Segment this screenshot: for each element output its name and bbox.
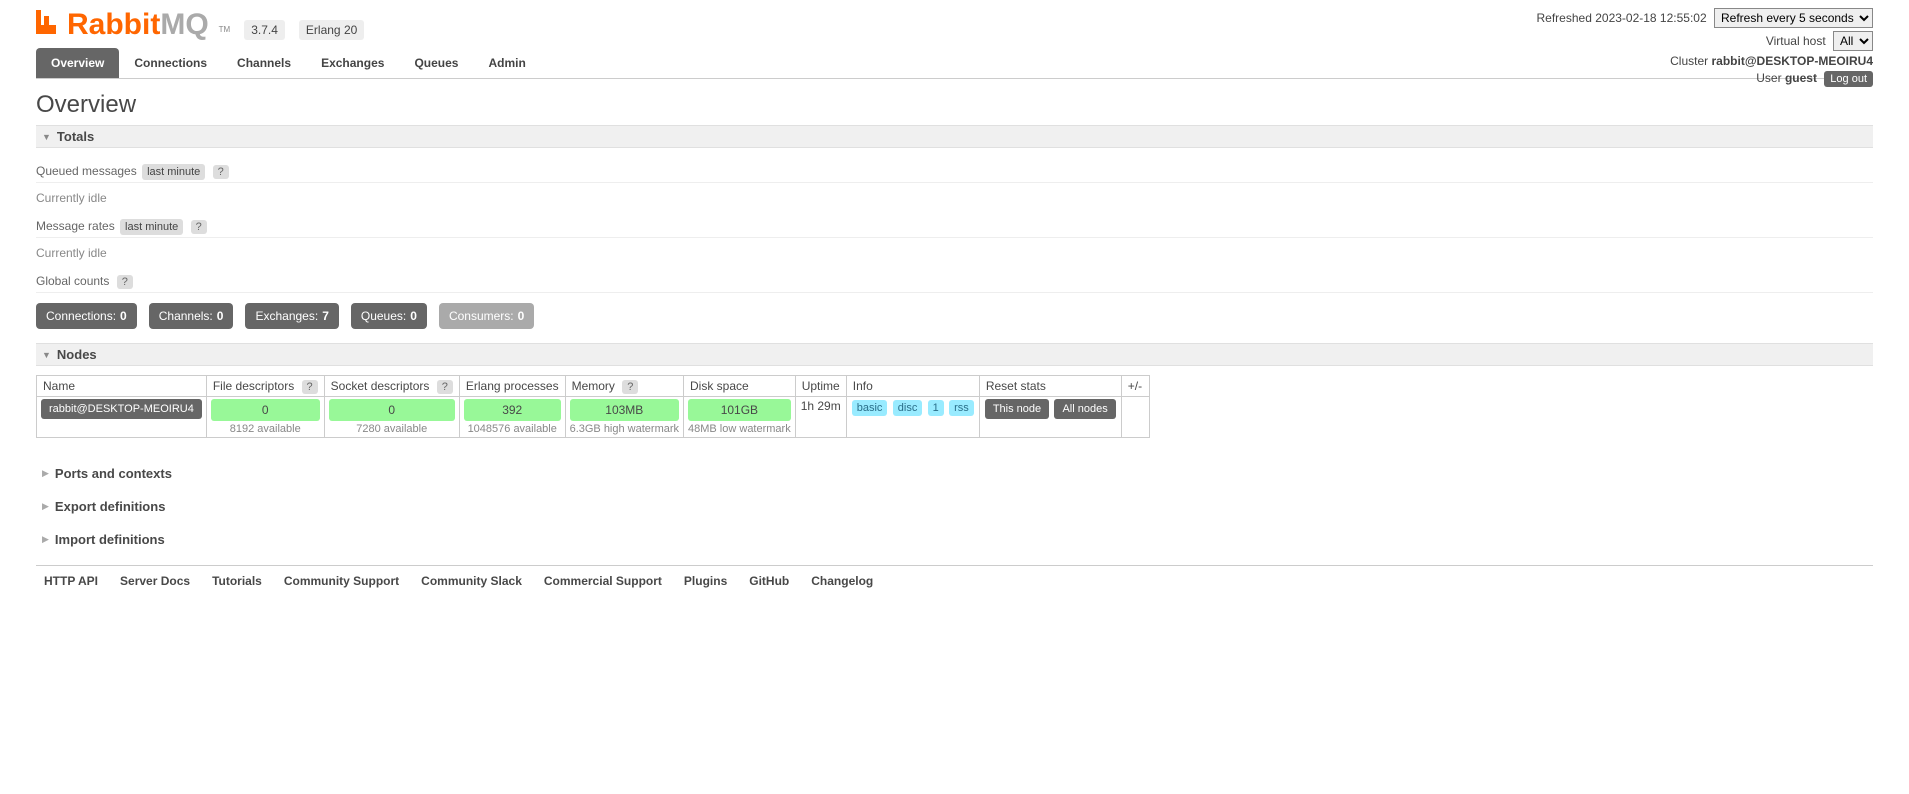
disk-sub: 48MB low watermark [688, 423, 791, 435]
section-ports[interactable]: ▶ Ports and contexts [36, 462, 1873, 485]
queued-range-badge[interactable]: last minute [142, 164, 205, 180]
sd-help[interactable]: ? [437, 380, 453, 394]
footer-http-api[interactable]: HTTP API [44, 574, 98, 588]
section-totals-header[interactable]: ▼ Totals [36, 125, 1873, 148]
page-title: Overview [36, 91, 1873, 119]
disk-value: 101GB [688, 399, 791, 421]
section-export-title: Export definitions [55, 499, 166, 514]
chevron-down-icon: ▼ [42, 132, 51, 142]
col-name: Name [37, 376, 207, 397]
info-one[interactable]: 1 [928, 400, 944, 416]
col-disk: Disk space [684, 376, 796, 397]
footer-server-docs[interactable]: Server Docs [120, 574, 190, 588]
fd-help[interactable]: ? [302, 380, 318, 394]
info-basic[interactable]: basic [852, 400, 888, 416]
message-rates-label: Message rates [36, 219, 115, 233]
cluster-label: Cluster [1670, 54, 1708, 68]
count-queues[interactable]: Queues: 0 [351, 303, 427, 329]
ep-sub: 1048576 available [468, 423, 557, 435]
refreshed-label: Refreshed [1537, 11, 1592, 25]
footer: HTTP API Server Docs Tutorials Community… [36, 565, 1873, 588]
brand-mq: MQ [160, 8, 208, 41]
node-name[interactable]: rabbit@DESKTOP-MEOIRU4 [41, 399, 202, 419]
sd-sub: 7280 available [356, 423, 427, 435]
rates-idle: Currently idle [36, 246, 1873, 260]
reset-all-nodes-button[interactable]: All nodes [1054, 399, 1115, 419]
rabbit-icon [36, 10, 56, 34]
col-fd: File descriptors ? [206, 376, 324, 397]
col-plusminus[interactable]: +/- [1121, 376, 1149, 397]
section-export[interactable]: ▶ Export definitions [36, 495, 1873, 518]
brand-rabbit: Rabbit [67, 8, 160, 41]
rates-help[interactable]: ? [191, 220, 207, 234]
col-info: Info [846, 376, 979, 397]
section-ports-title: Ports and contexts [55, 466, 172, 481]
footer-tutorials[interactable]: Tutorials [212, 574, 262, 588]
footer-github[interactable]: GitHub [749, 574, 789, 588]
vhost-select[interactable]: All [1833, 31, 1873, 51]
logout-button[interactable]: Log out [1824, 71, 1873, 87]
tab-queues[interactable]: Queues [399, 48, 473, 78]
brand-tm: TM [219, 25, 231, 34]
mem-help[interactable]: ? [622, 380, 638, 394]
tab-exchanges[interactable]: Exchanges [306, 48, 399, 78]
tab-connections[interactable]: Connections [119, 48, 222, 78]
section-nodes-title: Nodes [57, 347, 97, 362]
top-nav: Refreshed 2023-02-18 12:55:02 Refresh ev… [1537, 8, 1874, 90]
footer-community-slack[interactable]: Community Slack [421, 574, 522, 588]
footer-changelog[interactable]: Changelog [811, 574, 873, 588]
count-exchanges[interactable]: Exchanges: 7 [245, 303, 338, 329]
footer-community-support[interactable]: Community Support [284, 574, 399, 588]
reset-this-node-button[interactable]: This node [985, 399, 1049, 419]
rates-range-badge[interactable]: last minute [120, 219, 183, 235]
user-label: User [1756, 71, 1781, 85]
info-rss[interactable]: rss [949, 400, 974, 416]
rabbit-version-badge: 3.7.4 [244, 20, 285, 40]
section-totals-title: Totals [57, 129, 94, 144]
mem-value: 103MB [570, 399, 679, 421]
col-mem: Memory ? [565, 376, 683, 397]
erlang-version-badge: Erlang 20 [299, 20, 364, 40]
count-consumers[interactable]: Consumers: 0 [439, 303, 534, 329]
chevron-down-icon: ▼ [42, 350, 51, 360]
section-import[interactable]: ▶ Import definitions [36, 528, 1873, 551]
global-help[interactable]: ? [117, 275, 133, 289]
uptime-value: 1h 29m [795, 397, 846, 438]
global-counts-label: Global counts [36, 274, 109, 288]
queued-help[interactable]: ? [213, 165, 229, 179]
chevron-right-icon: ▶ [42, 501, 49, 512]
table-row: rabbit@DESKTOP-MEOIRU4 0 8192 available 0… [37, 397, 1150, 438]
tab-overview[interactable]: Overview [36, 48, 119, 78]
chevron-right-icon: ▶ [42, 468, 49, 479]
footer-commercial-support[interactable]: Commercial Support [544, 574, 662, 588]
col-sd: Socket descriptors ? [324, 376, 459, 397]
count-channels[interactable]: Channels: 0 [149, 303, 234, 329]
queued-messages-label: Queued messages [36, 164, 137, 178]
queued-idle: Currently idle [36, 191, 1873, 205]
tab-channels[interactable]: Channels [222, 48, 306, 78]
sd-value: 0 [329, 399, 455, 421]
col-ep: Erlang processes [459, 376, 565, 397]
ep-value: 392 [464, 399, 561, 421]
fd-sub: 8192 available [230, 423, 301, 435]
count-connections[interactable]: Connections: 0 [36, 303, 137, 329]
col-reset: Reset stats [979, 376, 1121, 397]
cluster-name: rabbit@DESKTOP-MEOIRU4 [1712, 54, 1874, 68]
chevron-right-icon: ▶ [42, 534, 49, 545]
section-nodes-header[interactable]: ▼ Nodes [36, 343, 1873, 366]
section-import-title: Import definitions [55, 532, 165, 547]
footer-plugins[interactable]: Plugins [684, 574, 727, 588]
tab-admin[interactable]: Admin [473, 48, 540, 78]
col-uptime: Uptime [795, 376, 846, 397]
user-name: guest [1785, 71, 1817, 85]
refreshed-time: 2023-02-18 12:55:02 [1595, 11, 1706, 25]
fd-value: 0 [211, 399, 320, 421]
info-disc[interactable]: disc [893, 400, 923, 416]
nodes-table: Name File descriptors ? Socket descripto… [36, 375, 1150, 438]
mem-sub: 6.3GB high watermark [570, 423, 679, 435]
refresh-interval-select[interactable]: Refresh every 5 seconds [1714, 8, 1873, 28]
vhost-label: Virtual host [1766, 34, 1826, 48]
